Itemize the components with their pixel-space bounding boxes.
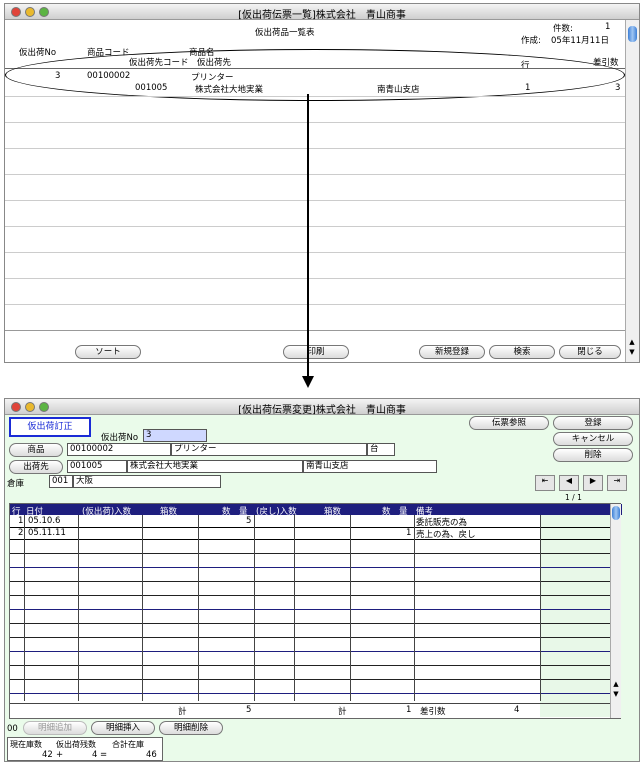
nav-last-icon[interactable]: ⇥ (607, 475, 627, 491)
unit-field[interactable]: 台 (367, 443, 395, 456)
list-scrollbar[interactable]: ▲ ▼ (625, 20, 639, 362)
mode-badge: 仮出荷訂正 (9, 417, 91, 437)
no-label: 仮出荷No (101, 433, 139, 443)
total-value-1: 5 (246, 705, 252, 715)
nav-prev-icon[interactable]: ◀ (559, 475, 579, 491)
warehouse-name-field[interactable]: 大阪 (73, 475, 221, 488)
edit-title-bar[interactable]: [仮出荷伝票変更]株式会社 青山商事 (5, 399, 639, 416)
row-line: 1 (18, 516, 24, 526)
detail-header: 行 日付 (仮出荷)入数 箱数 数 量 (戻し)入数 箱数 数 量 備考 (10, 504, 622, 517)
delete-line-button[interactable]: 明細削除 (159, 721, 223, 735)
warehouse-label: 倉庫 (7, 479, 25, 489)
print-button[interactable]: 印刷 (283, 345, 349, 359)
stock-header-current: 現在庫数 (10, 740, 42, 749)
register-button[interactable]: 登録 (553, 416, 633, 430)
dest-code-field[interactable]: 001005 (67, 460, 127, 473)
page-indicator: 1 / 1 (565, 493, 582, 502)
diff-value: 4 (514, 705, 520, 715)
product-name-field[interactable]: プリンター (171, 443, 367, 456)
total-label-2: 計 (338, 707, 347, 717)
stock-equals: = (100, 750, 108, 760)
detail-table: 行 日付 (仮出荷)入数 箱数 数 量 (戻し)入数 箱数 数 量 備考 1 0… (9, 503, 622, 719)
edit-window-title: [仮出荷伝票変更]株式会社 青山商事 (238, 405, 406, 416)
list-subtitle: 仮出荷品一覧表 (255, 28, 315, 38)
list-window-title: [仮出荷伝票一覧]株式会社 青山商事 (238, 10, 406, 21)
row-note: 売上の為、戻し (416, 530, 476, 540)
product-button[interactable]: 商品 (9, 443, 63, 457)
count-value: 1 (605, 22, 611, 32)
detail-row[interactable]: 2 05.11.11 1 売上の為、戻し (10, 528, 610, 540)
scroll-down-icon[interactable]: ▼ (610, 690, 622, 698)
total-value-2: 1 (406, 705, 412, 715)
connector-arrowhead-icon (302, 376, 314, 388)
header-no: 仮出荷No (19, 48, 57, 58)
close-button[interactable]: 閉じる (559, 345, 621, 359)
stock-pending: 4 (92, 750, 98, 760)
stock-header-pending: 仮出荷残数 (56, 740, 96, 749)
nav-next-icon[interactable]: ▶ (583, 475, 603, 491)
line-count: 00 (7, 724, 18, 734)
new-button[interactable]: 新規登録 (419, 345, 485, 359)
warehouse-code-field[interactable]: 001 (49, 475, 73, 488)
row-note: 委託販売の為 (416, 518, 468, 528)
count-label: 件数: (553, 24, 573, 34)
sort-button[interactable]: ソート (75, 345, 141, 359)
detail-row[interactable]: 1 05.10.6 5 委託販売の為 (10, 516, 610, 528)
dest-branch-field[interactable]: 南青山支店 (303, 460, 437, 473)
dest-name-field[interactable]: 株式会社大地実業 (127, 460, 303, 473)
row-ret-qty: 1 (406, 528, 412, 538)
list-title-bar[interactable]: [仮出荷伝票一覧]株式会社 青山商事 (5, 4, 639, 21)
diff-label: 差引数 (420, 707, 446, 717)
totals-row: 計 5 計 1 差引数 4 (10, 703, 610, 717)
stock-current: 42 (42, 750, 53, 760)
note-shade (540, 515, 610, 717)
row-line: 2 (18, 528, 24, 538)
scroll-down-icon[interactable]: ▼ (626, 348, 638, 356)
list-scroll-thumb[interactable] (628, 26, 637, 42)
cancel-button[interactable]: キャンセル (553, 432, 633, 446)
detail-scroll-thumb[interactable] (612, 506, 620, 520)
stock-plus: + (56, 750, 64, 760)
no-field[interactable]: 3 (143, 429, 207, 442)
created-date: 05年11月11日 (551, 36, 609, 46)
product-code-field[interactable]: 00100002 (67, 443, 171, 456)
record-diff: 3 (615, 83, 621, 93)
insert-line-button[interactable]: 明細挿入 (91, 721, 155, 735)
list-window: [仮出荷伝票一覧]株式会社 青山商事 仮出荷品一覧表 件数: 1 作成: 05年… (4, 3, 640, 363)
nav-first-icon[interactable]: ⇤ (535, 475, 555, 491)
stock-total: 46 (146, 750, 157, 760)
delete-button[interactable]: 削除 (553, 448, 633, 462)
scroll-up-icon[interactable]: ▲ (626, 338, 638, 346)
row-qty: 5 (246, 516, 252, 526)
connector-line (307, 94, 309, 378)
row-date: 05.10.6 (28, 516, 61, 526)
created-label: 作成: (521, 36, 541, 46)
stock-box: 現在庫数 仮出荷残数 合計在庫 42 + 4 = 46 (7, 737, 163, 761)
add-line-button[interactable]: 明細追加 (23, 721, 87, 735)
destination-button[interactable]: 出荷先 (9, 460, 63, 474)
scroll-up-icon[interactable]: ▲ (610, 680, 622, 688)
record-highlight-ellipse (5, 49, 625, 101)
row-date: 05.11.11 (28, 528, 66, 538)
detail-scrollbar[interactable]: ▲ ▼ (610, 504, 621, 718)
search-button[interactable]: 検索 (489, 345, 555, 359)
edit-window: [仮出荷伝票変更]株式会社 青山商事 仮出荷訂正 仮出荷No 3 伝票参照 登録… (4, 398, 640, 762)
total-label-1: 計 (178, 707, 187, 717)
stock-header-total: 合計在庫 (112, 740, 144, 749)
ref-button[interactable]: 伝票参照 (469, 416, 549, 430)
